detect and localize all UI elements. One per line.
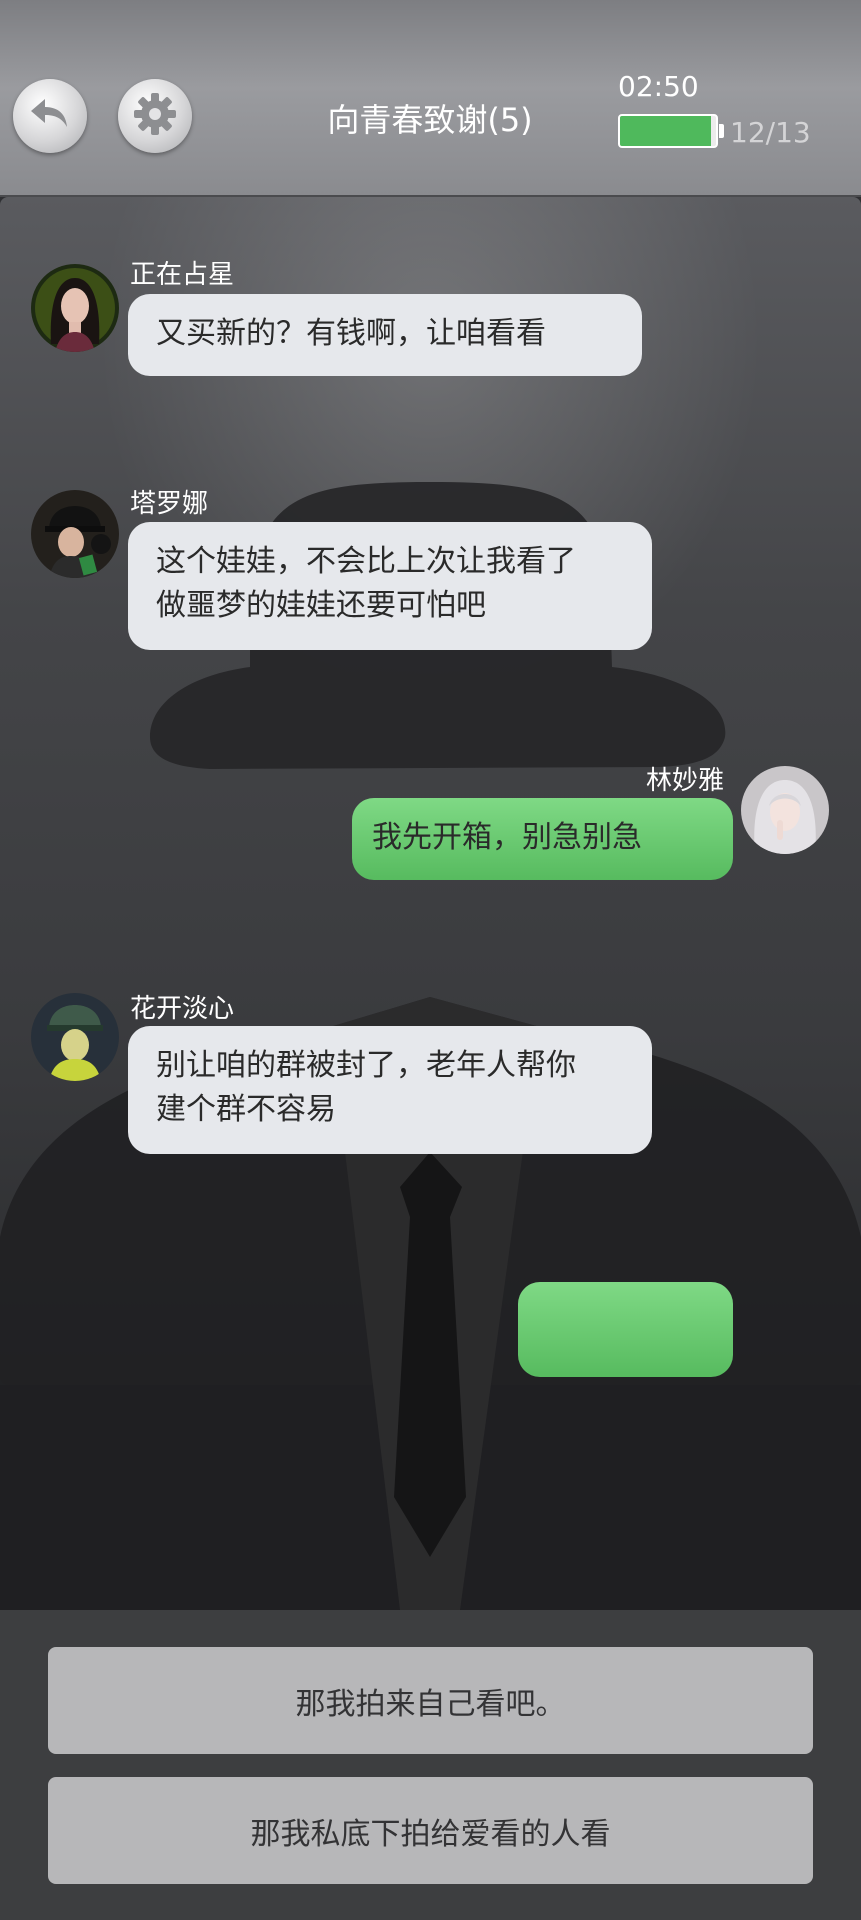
choice-button-2[interactable]: 那我私底下拍给爱看的人看 [48,1777,813,1884]
sender-name: 花开淡心 [130,994,235,1024]
back-button[interactable] [13,79,87,153]
sender-name: 林妙雅 [646,766,725,796]
chat-title: 向青春致谢(5) [327,101,533,139]
message-bubble: 又买新的？有钱啊，让咱看看 [128,294,642,376]
choice-label: 那我拍来自己看吧。 [295,1686,566,1722]
progress-counter: 12/13 [730,116,811,149]
back-arrow-icon [25,89,75,143]
message-text: 又买新的？有钱啊，让咱看看 [156,316,546,351]
message-text: 建个群不容易 [156,1092,336,1127]
sender-name: 正在占星 [130,260,235,290]
battery-fill [620,116,712,146]
silhouette-background [0,482,861,1610]
message-bubble-outgoing: 我先开箱，别急别急 [352,798,733,880]
choice-label: 那我私底下拍给爱看的人看 [250,1816,611,1852]
avatar-huakaidanxin[interactable] [31,993,119,1081]
avatar-zhengzaizhanxing[interactable] [31,264,119,352]
message-bubble: 别让咱的群被封了，老年人帮你 建个群不容易 [128,1026,652,1154]
top-bar: 向青春致谢(5) 02:50 12/13 [0,0,861,197]
reply-choices-panel: 那我拍来自己看吧。 那我私底下拍给爱看的人看 [0,1610,861,1920]
message-text: 这个娃娃，不会比上次让我看了 [156,544,576,579]
avatar-linmiaoya[interactable] [741,766,829,854]
battery-tip [719,124,724,138]
message-text: 别让咱的群被封了，老年人帮你 [156,1048,576,1083]
battery-bar [618,114,718,148]
sender-name: 塔罗娜 [130,489,209,519]
message-bubble-outgoing-empty [518,1282,733,1377]
message-text: 做噩梦的娃娃还要可怕吧 [156,588,486,623]
message-bubble: 这个娃娃，不会比上次让我看了 做噩梦的娃娃还要可怕吧 [128,522,652,650]
message-text: 我先开箱，别急别急 [372,820,642,855]
gear-icon [132,91,178,141]
choice-button-1[interactable]: 那我拍来自己看吧。 [48,1647,813,1754]
countdown-timer: 02:50 [618,70,699,103]
settings-button[interactable] [118,79,192,153]
avatar-taluona[interactable] [31,490,119,578]
